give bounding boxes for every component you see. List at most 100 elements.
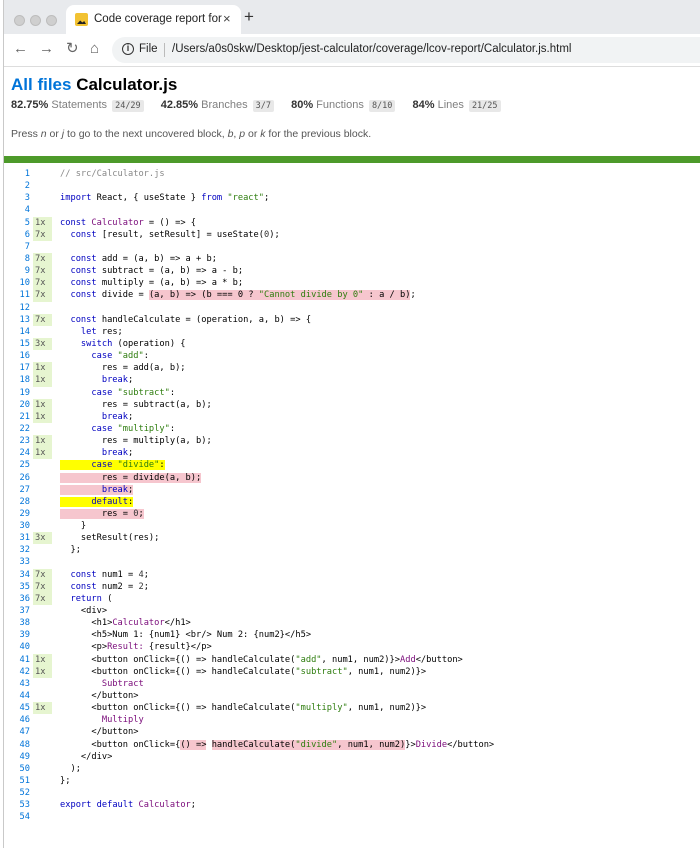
line-number-link[interactable]: 44 [4,690,30,702]
line-number-link[interactable]: 26 [4,472,30,484]
line-number-link[interactable]: 1 [4,168,30,180]
line-number-link[interactable]: 13 [4,314,30,326]
code-line: 10 7x const multiply = (a, b) => a * b; [4,277,700,290]
line-number-link[interactable]: 6 [4,229,30,241]
line-number-link[interactable]: 29 [4,508,30,520]
code-line: 52 [4,787,700,799]
code-line: 28 default: [4,496,700,508]
line-number-link[interactable]: 52 [4,787,30,799]
line-number-link[interactable]: 19 [4,387,30,399]
line-number-link[interactable]: 53 [4,799,30,811]
line-number-link[interactable]: 48 [4,739,30,751]
maximize-window-button[interactable] [46,15,57,26]
line-number-link[interactable]: 8 [4,253,30,265]
line-number-link[interactable]: 12 [4,302,30,314]
page-title: All files Calculator.js [11,75,177,95]
line-number-link[interactable]: 47 [4,726,30,738]
hit-count: 1x [33,216,52,229]
code-line: 14 let res; [4,326,700,338]
hit-count: 7x [33,289,52,302]
line-number-link[interactable]: 9 [4,265,30,277]
line-number-link[interactable]: 24 [4,447,30,459]
line-number-link[interactable]: 18 [4,374,30,386]
line-number-link[interactable]: 49 [4,751,30,763]
address-bar[interactable]: i File /Users/a0s0skw/Desktop/jest-calcu… [112,37,700,63]
line-number-link[interactable]: 16 [4,350,30,362]
source-text: res = add(a, b); [60,363,186,374]
source-text: const multiply = (a, b) => a * b; [70,278,244,289]
line-number-link[interactable]: 32 [4,544,30,556]
line-number-link[interactable]: 51 [4,775,30,787]
line-number-link[interactable]: 34 [4,569,30,581]
info-icon[interactable]: i [122,43,134,55]
line-number-link[interactable]: 45 [4,702,30,714]
line-number-link[interactable]: 25 [4,459,30,471]
url-text[interactable]: /Users/a0s0skw/Desktop/jest-calculator/c… [172,43,571,55]
reload-icon[interactable]: ↻ [66,41,79,57]
line-number-link[interactable]: 40 [4,641,30,653]
line-number-link[interactable]: 39 [4,629,30,641]
forward-arrow-icon[interactable]: → [39,41,54,57]
new-tab-button[interactable]: + [244,8,254,25]
line-number-link[interactable]: 21 [4,411,30,423]
line-number-link[interactable]: 46 [4,714,30,726]
source-text: const num2 = 2; [70,581,149,592]
line-number-link[interactable]: 7 [4,241,30,253]
source-text: // src/Calculator.js [60,169,165,179]
close-tab-icon[interactable]: × [223,11,231,26]
url-divider [164,43,165,57]
code-line: 32 }; [4,544,700,556]
minimize-window-button[interactable] [30,15,41,26]
line-number-link[interactable]: 28 [4,496,30,508]
line-number-link[interactable]: 4 [4,204,30,216]
coverage-status-bar [4,156,700,163]
line-number-link[interactable]: 15 [4,338,30,350]
line-number-link[interactable]: 27 [4,484,30,496]
line-number-link[interactable]: 11 [4,289,30,301]
line-number-link[interactable]: 36 [4,593,30,605]
code-line: 49 </div> [4,751,700,763]
breadcrumb-all-files-link[interactable]: All files [11,75,71,94]
source-text: res = subtract(a, b); [60,399,212,410]
code-line: 1 // src/Calculator.js [4,168,700,180]
line-number-link[interactable]: 5 [4,217,30,229]
line-number-link[interactable]: 41 [4,654,30,666]
line-number-link[interactable]: 42 [4,666,30,678]
line-number-link[interactable]: 3 [4,192,30,204]
line-number-link[interactable]: 30 [4,520,30,532]
code-line: 40 <p>Result: {result}</p> [4,641,700,653]
source-text: const divide = (a, b) => (b === 0 ? "Can… [70,290,416,301]
back-arrow-icon[interactable]: ← [13,41,28,57]
source-text: export default Calculator; [60,800,197,811]
line-number-link[interactable]: 14 [4,326,30,338]
line-number-link[interactable]: 17 [4,362,30,374]
code-line: 34 7x const num1 = 4; [4,568,700,581]
line-number-link[interactable]: 22 [4,423,30,435]
source-text: res = divide(a, b); [60,472,202,483]
source-text: <button onClick={() => handleCalculate("… [60,739,495,750]
code-line: 36 7x return ( [4,592,700,606]
hit-count: 1x [33,410,52,423]
tab-coverage-report[interactable]: Code coverage report for Cal × [66,5,241,34]
line-number-link[interactable]: 23 [4,435,30,447]
line-number-link[interactable]: 50 [4,763,30,775]
line-number-link[interactable]: 43 [4,678,30,690]
line-number-link[interactable]: 35 [4,581,30,593]
source-text: case "add": [91,351,149,362]
code-line: 39 <h5>Num 1: {num1} <br/> Num 2: {num2}… [4,629,700,641]
line-number-link[interactable]: 54 [4,811,30,823]
line-number-link[interactable]: 33 [4,556,30,568]
line-number-link[interactable]: 31 [4,532,30,544]
source-text: import React, { useState } from "react"; [60,193,270,204]
tab-bar: Code coverage report for Cal × + [4,0,700,34]
line-number-link[interactable]: 2 [4,180,30,192]
line-number-link[interactable]: 20 [4,399,30,411]
line-number-link[interactable]: 10 [4,277,30,289]
line-number-link[interactable]: 37 [4,605,30,617]
source-text: </button> [60,727,139,738]
home-icon[interactable]: ⌂ [90,41,99,57]
close-window-button[interactable] [14,15,25,26]
hit-count: 1x [33,702,52,715]
line-number-link[interactable]: 38 [4,617,30,629]
source-text: break; [101,448,134,459]
